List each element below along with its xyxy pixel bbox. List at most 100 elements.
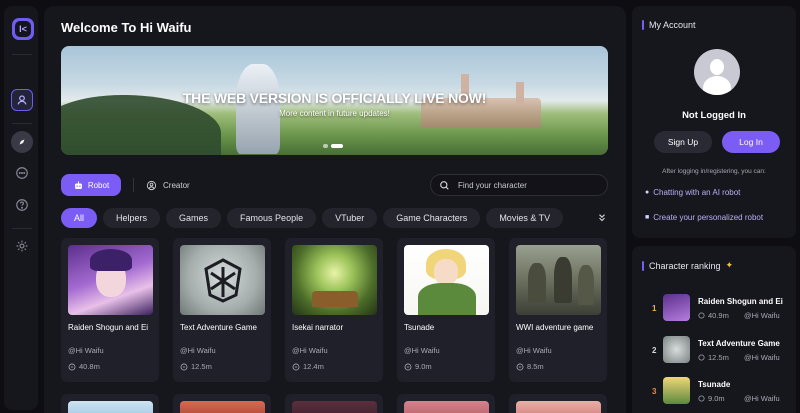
search-input[interactable] xyxy=(458,180,598,190)
log-in-button[interactable]: Log In xyxy=(722,131,780,153)
compass-icon[interactable] xyxy=(11,131,33,153)
left-rail: I< xyxy=(4,6,38,410)
avatar-head xyxy=(710,59,724,75)
chat-bubble-icon xyxy=(698,395,705,402)
character-card[interactable]: Tsunade @Hi Waifu 9.0m xyxy=(397,238,495,382)
search-icon xyxy=(440,180,449,190)
chat-bubble-icon xyxy=(698,354,705,361)
category-tabs: All Helpers Games Famous People VTuber G… xyxy=(61,208,564,228)
avatar[interactable] xyxy=(694,49,740,95)
rank-number: 3 xyxy=(652,387,657,396)
ranking-author: @Hi Waifu xyxy=(744,394,780,403)
character-author: @Hi Waifu xyxy=(68,346,104,355)
category-tab-games[interactable]: Games xyxy=(166,208,222,228)
creator-mode-button[interactable]: Creator xyxy=(146,180,190,191)
chat-bubble-icon xyxy=(516,363,524,370)
app-logo[interactable]: I< xyxy=(12,18,34,40)
character-card[interactable]: Raiden Shogun and Ei @Hi Waifu 40.8m xyxy=(61,238,159,382)
logo-glyph: I< xyxy=(15,21,31,37)
ranking-name: Tsunade xyxy=(698,380,731,389)
chat-count-value: 12.4m xyxy=(303,362,324,371)
ranking-count: 9.0m xyxy=(698,394,725,403)
chat-count-value: 9.0m xyxy=(415,362,432,371)
chat-count: 9.0m xyxy=(404,362,432,371)
character-card[interactable]: WWI adventure game @Hi Waifu 8.5m xyxy=(509,238,607,382)
ranking-author: @Hi Waifu xyxy=(744,311,780,320)
promo-banner[interactable]: THE WEB VERSION IS OFFICIALLY LIVE NOW! … xyxy=(61,46,608,155)
chat-count: 8.5m xyxy=(516,362,544,371)
character-card[interactable]: Text Adventure Game @Hi Waifu 12.5m xyxy=(173,238,271,382)
chat-bubble-icon: ● xyxy=(645,189,650,196)
character-card[interactable] xyxy=(285,394,383,413)
chat-count: 12.5m xyxy=(180,362,212,371)
user-square-icon[interactable] xyxy=(11,89,33,111)
account-panel: My Account Not Logged In Sign Up Log In … xyxy=(632,6,796,238)
chat-bubble-icon xyxy=(404,363,412,370)
robot-mode-label: Robot xyxy=(87,180,110,190)
main-panel: Welcome To Hi Waifu THE WEB VERSION IS O… xyxy=(44,6,626,413)
ranking-row[interactable]: 1 Raiden Shogun and Ei 40.9m @Hi Waifu xyxy=(632,292,796,326)
robot-icon: ■ xyxy=(645,214,650,221)
robot-mode-button[interactable]: Robot xyxy=(61,174,121,196)
feature-create-label: Create your personalized robot xyxy=(653,213,764,222)
chat-count: 12.4m xyxy=(292,362,324,371)
rank-number: 2 xyxy=(652,346,657,355)
category-tab-famous-people[interactable]: Famous People xyxy=(227,208,317,228)
character-author: @Hi Waifu xyxy=(180,346,216,355)
person-icon xyxy=(146,180,157,190)
character-thumbnail xyxy=(516,245,601,315)
category-tab-game-characters[interactable]: Game Characters xyxy=(383,208,481,228)
character-thumbnail xyxy=(292,401,377,413)
character-thumbnail xyxy=(292,245,377,315)
chat-bubble-icon xyxy=(180,363,188,370)
banner-headline: THE WEB VERSION IS OFFICIALLY LIVE NOW! xyxy=(182,90,487,106)
category-tab-vtuber[interactable]: VTuber xyxy=(322,208,378,228)
character-name: Text Adventure Game xyxy=(180,323,257,332)
ranking-name: Text Adventure Game xyxy=(698,339,780,348)
ranking-heading: Character ranking ✦ xyxy=(642,260,733,271)
ranking-title: Character ranking xyxy=(649,260,721,271)
carousel-dots[interactable] xyxy=(323,144,343,148)
carousel-dot[interactable] xyxy=(323,144,328,148)
character-author: @Hi Waifu xyxy=(292,346,328,355)
ranking-avatar xyxy=(663,377,690,404)
character-name: Tsunade xyxy=(404,323,435,332)
chat-count-value: 40.8m xyxy=(79,362,100,371)
character-name: WWI adventure game xyxy=(516,323,594,332)
ranking-row[interactable]: 3 Tsunade 9.0m @Hi Waifu xyxy=(632,375,796,409)
rail-divider xyxy=(12,123,32,124)
character-author: @Hi Waifu xyxy=(404,346,440,355)
page-title: Welcome To Hi Waifu xyxy=(61,20,192,35)
rail-divider xyxy=(12,228,32,229)
character-card[interactable] xyxy=(397,394,495,413)
ranking-avatar xyxy=(663,336,690,363)
creator-mode-label: Creator xyxy=(163,180,190,190)
category-tab-helpers[interactable]: Helpers xyxy=(103,208,161,228)
character-thumbnail xyxy=(68,245,153,315)
chat-count: 40.8m xyxy=(68,362,100,371)
chat-bubble-icon xyxy=(698,312,705,319)
chat-icon[interactable] xyxy=(11,162,33,184)
sign-up-button[interactable]: Sign Up xyxy=(654,131,712,153)
character-card[interactable] xyxy=(61,394,159,413)
account-heading: My Account xyxy=(642,20,696,30)
category-tab-movies-tv[interactable]: Movies & TV xyxy=(486,208,564,228)
gear-icon[interactable] xyxy=(11,235,33,257)
character-card[interactable] xyxy=(509,394,607,413)
account-title: My Account xyxy=(649,20,696,30)
ranking-panel: Character ranking ✦ 1 Raiden Shogun and … xyxy=(632,246,796,413)
character-thumbnail xyxy=(404,245,489,315)
character-card[interactable]: Isekai narrator @Hi Waifu 12.4m xyxy=(285,238,383,382)
ranking-count-value: 9.0m xyxy=(708,394,725,403)
feature-create: ■ Create your personalized robot xyxy=(645,213,763,222)
character-search[interactable] xyxy=(430,174,608,196)
help-icon[interactable] xyxy=(11,194,33,216)
double-chevron-down-icon[interactable] xyxy=(597,213,607,223)
category-tab-all[interactable]: All xyxy=(61,208,98,228)
carousel-dot-active[interactable] xyxy=(331,144,343,148)
character-thumbnail xyxy=(516,401,601,413)
mode-switch: Robot Creator xyxy=(61,174,190,196)
ranking-row[interactable]: 2 Text Adventure Game 12.5m @Hi Waifu xyxy=(632,334,796,368)
ranking-count: 40.9m xyxy=(698,311,729,320)
character-card[interactable] xyxy=(173,394,271,413)
